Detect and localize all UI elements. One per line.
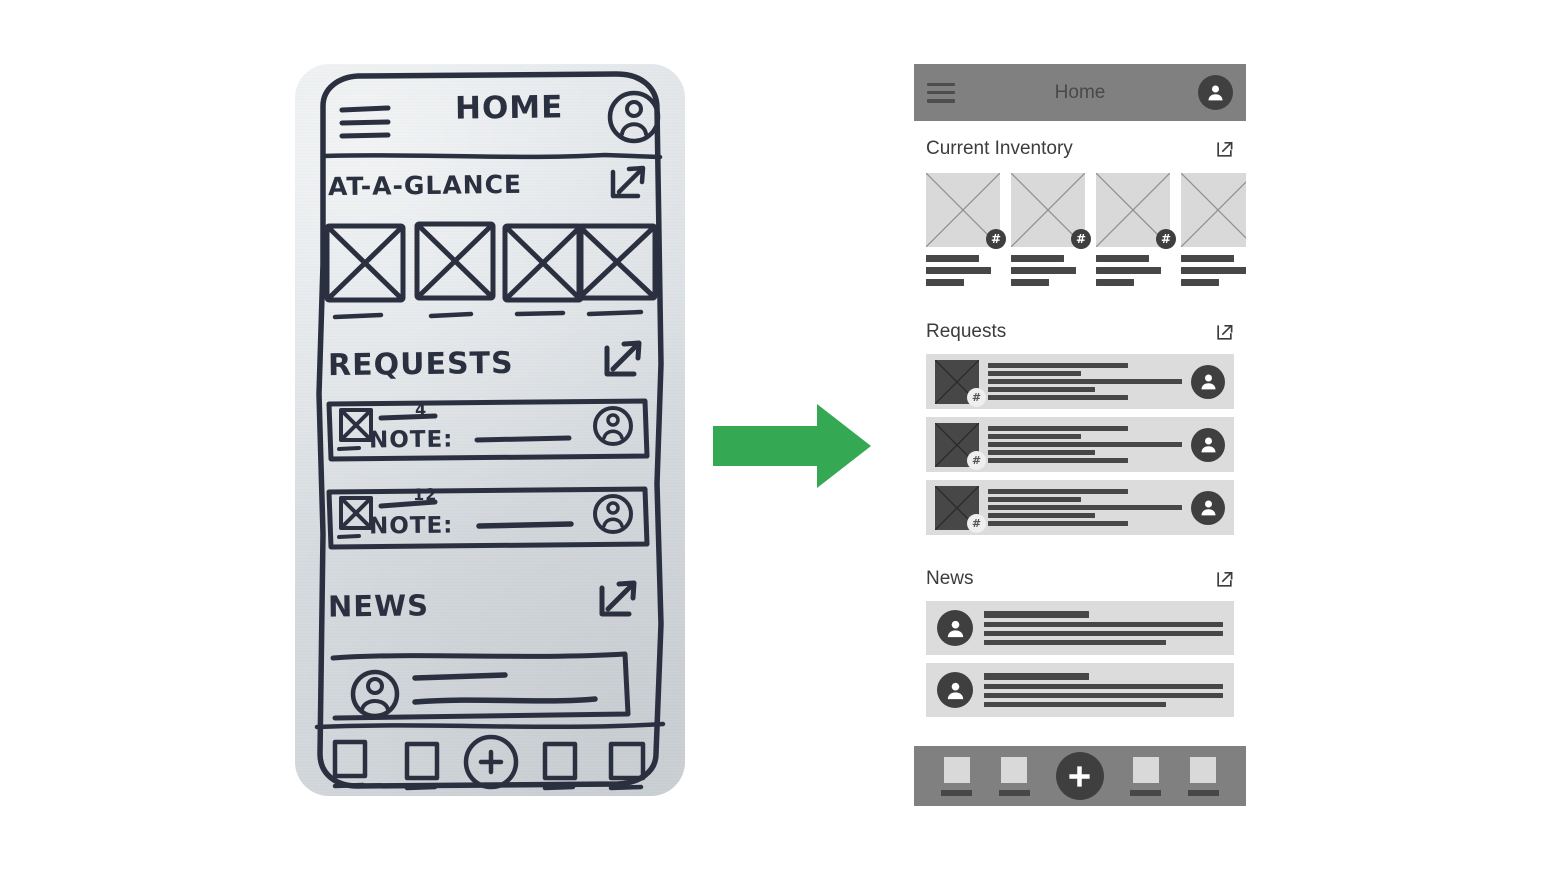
section-title: News — [926, 568, 974, 589]
news-list — [914, 601, 1246, 717]
inventory-text-lines — [1181, 255, 1246, 286]
app-header: Home — [914, 64, 1246, 121]
request-row[interactable]: # — [926, 354, 1234, 409]
request-row[interactable]: # — [926, 480, 1234, 535]
nav-square-icon — [1001, 756, 1028, 783]
sketch-request-note-label: NOTE: — [368, 512, 454, 540]
external-link-icon[interactable] — [1215, 323, 1234, 342]
external-link-icon[interactable] — [1215, 570, 1234, 589]
account-avatar-icon[interactable] — [937, 610, 973, 646]
sketch-request-count: 12 — [412, 484, 438, 505]
transformation-arrow — [713, 404, 871, 488]
sketch-section-title-glance: AT-A-GLANCE — [327, 169, 523, 202]
digital-wireframe-mockup: Home Current Inventory # # # Requests # … — [914, 64, 1246, 806]
hash-badge: # — [1156, 229, 1176, 249]
external-link-icon[interactable] — [1215, 140, 1234, 159]
hash-badge: # — [967, 513, 986, 533]
section-header-requests: Requests — [914, 312, 1246, 352]
account-avatar-icon[interactable] — [1191, 364, 1225, 399]
request-text-lines — [988, 489, 1182, 526]
image-placeholder-icon: # — [935, 422, 986, 470]
inventory-text-lines — [926, 255, 1000, 286]
requests-list: # # # — [914, 354, 1246, 535]
image-placeholder-icon: # — [1096, 173, 1176, 249]
add-fab-button[interactable] — [1055, 752, 1104, 800]
sketch-header-title: HOME — [454, 89, 564, 127]
inventory-card[interactable] — [1181, 173, 1246, 286]
wireframe-comparison-canvas: HOME AT-A-GLANCE REQUESTS 4 NOTE: 12 NOT… — [0, 0, 1541, 872]
news-row[interactable] — [926, 601, 1234, 655]
image-placeholder-icon: # — [926, 173, 1006, 249]
hand-drawn-sketch-photo: HOME AT-A-GLANCE REQUESTS 4 NOTE: 12 NOT… — [295, 64, 685, 796]
sketch-nav-divider — [311, 719, 671, 733]
request-text-lines — [988, 426, 1182, 463]
inventory-card-strip[interactable]: # # # — [914, 173, 1246, 286]
hamburger-menu-icon[interactable] — [927, 82, 955, 103]
news-row[interactable] — [926, 663, 1234, 717]
account-avatar-icon[interactable] — [1191, 490, 1225, 525]
sketch-request-note-label: NOTE: — [368, 426, 454, 454]
hash-badge: # — [967, 387, 986, 407]
inventory-text-lines — [1011, 255, 1085, 286]
hash-badge: # — [986, 229, 1006, 249]
nav-item[interactable] — [1187, 756, 1219, 796]
nav-item[interactable] — [1130, 756, 1162, 796]
sketch-hamburger-menu-icon[interactable] — [336, 102, 396, 144]
sketch-section-title-news: NEWS — [327, 588, 430, 624]
image-placeholder-icon: # — [1011, 173, 1091, 249]
sketch-request-note-line — [473, 430, 583, 448]
section-header-news: News — [914, 559, 1246, 599]
section-title: Requests — [926, 321, 1007, 342]
image-placeholder-icon — [1181, 173, 1246, 247]
news-text-lines — [984, 673, 1223, 707]
bottom-navigation-bar — [914, 746, 1246, 806]
nav-square-icon — [1190, 756, 1217, 783]
sketch-section-title-requests: REQUESTS — [327, 345, 514, 384]
nav-square-icon — [1132, 756, 1159, 783]
section-header-inventory: Current Inventory — [914, 129, 1246, 169]
sketch-external-link-icon-requests[interactable] — [600, 336, 646, 382]
sketch-external-link-icon-news[interactable] — [595, 576, 641, 622]
sketch-glance-tiles — [321, 220, 661, 330]
inventory-card[interactable]: # — [926, 173, 1006, 286]
nav-underline — [1130, 789, 1162, 796]
account-avatar-icon[interactable] — [937, 672, 973, 708]
request-row[interactable]: # — [926, 417, 1234, 472]
nav-square-icon — [943, 756, 970, 783]
section-title: Current Inventory — [926, 138, 1073, 159]
nav-item[interactable] — [998, 756, 1030, 796]
nav-item[interactable] — [941, 756, 973, 796]
nav-underline — [1187, 789, 1219, 796]
plus-icon — [1069, 765, 1091, 787]
page-title: Home — [1054, 81, 1106, 103]
inventory-card[interactable]: # — [1096, 173, 1176, 286]
sketch-account-avatar-icon[interactable] — [605, 88, 663, 146]
nav-underline — [941, 789, 973, 796]
sketch-bottom-nav[interactable] — [321, 732, 661, 802]
inventory-text-lines — [1096, 255, 1170, 286]
news-text-lines — [984, 611, 1223, 645]
account-avatar-icon[interactable] — [1198, 75, 1233, 110]
sketch-external-link-icon-glance[interactable] — [607, 162, 649, 204]
nav-underline — [998, 789, 1030, 796]
hash-badge: # — [967, 450, 986, 470]
sketch-request-note-line — [475, 516, 585, 534]
image-placeholder-icon: # — [935, 359, 986, 407]
inventory-card[interactable]: # — [1011, 173, 1091, 286]
image-placeholder-icon: # — [935, 485, 986, 533]
hash-badge: # — [1071, 229, 1091, 249]
account-avatar-icon[interactable] — [1191, 427, 1225, 462]
sketch-request-count: 4 — [414, 399, 428, 420]
request-text-lines — [988, 363, 1182, 400]
